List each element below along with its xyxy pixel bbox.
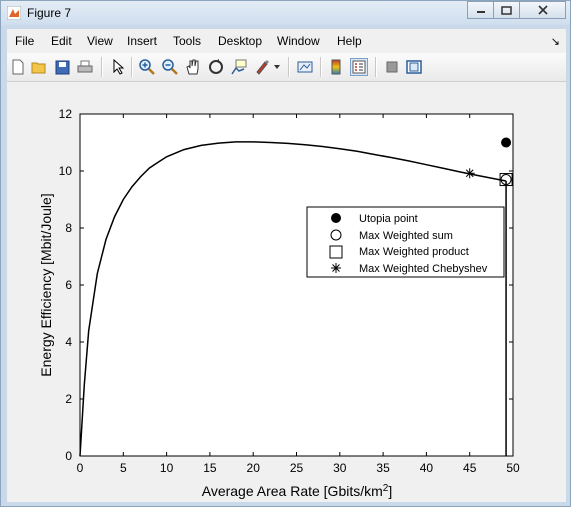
- legend-label-chebyshev: Max Weighted Chebyshev: [359, 263, 488, 275]
- menu-view[interactable]: View: [87, 34, 113, 48]
- legend-label-utopia: Utopia point: [359, 213, 418, 225]
- title-bar[interactable]: Figure 7: [1, 1, 570, 25]
- menu-help[interactable]: Help: [337, 34, 362, 48]
- x-tick-label: 5: [120, 461, 127, 475]
- dropdown-arrow-icon[interactable]: [272, 58, 282, 76]
- x-axis-label-main: Average Area Rate [Gbits/km: [202, 483, 383, 499]
- close-button[interactable]: [519, 1, 566, 19]
- x-tick-label: 30: [333, 461, 347, 475]
- insert-colorbar-icon[interactable]: [327, 58, 345, 76]
- y-tick-label: 12: [59, 107, 73, 121]
- x-tick-label: 40: [420, 461, 434, 475]
- menu-edit[interactable]: Edit: [51, 34, 72, 48]
- data-cursor-icon[interactable]: [230, 58, 248, 76]
- matlab-icon: [7, 6, 21, 20]
- y-tick-label: 2: [65, 392, 72, 406]
- maximize-icon: [501, 5, 512, 15]
- x-tick-label: 50: [506, 461, 520, 475]
- zoom-out-icon[interactable]: [161, 58, 179, 76]
- insert-legend-icon[interactable]: [350, 58, 368, 76]
- figure-window: Figure 7 File Edit View Insert Tools Des…: [0, 0, 571, 507]
- x-tick-label: 45: [463, 461, 477, 475]
- close-icon: [537, 5, 548, 15]
- menu-desktop[interactable]: Desktop: [218, 34, 262, 48]
- x-tick-label: 35: [376, 461, 390, 475]
- new-figure-icon[interactable]: [9, 58, 27, 76]
- x-tick-label: 25: [290, 461, 304, 475]
- window-title: Figure 7: [27, 6, 72, 20]
- print-icon[interactable]: [76, 58, 94, 76]
- rotate-3d-icon[interactable]: [207, 58, 225, 76]
- y-tick-label: 8: [65, 221, 72, 235]
- y-axis-label: Energy Efficiency [Mbit/Joule]: [38, 193, 54, 376]
- legend[interactable]: Utopia point Max Weighted sum Max Weight…: [306, 206, 505, 278]
- maximize-button[interactable]: [493, 1, 520, 19]
- marker-utopia-point: [501, 137, 512, 148]
- x-tick-label: 0: [77, 461, 84, 475]
- menu-bar: File Edit View Insert Tools Desktop Wind…: [7, 29, 566, 53]
- pointer-icon[interactable]: [109, 58, 127, 76]
- open-file-icon[interactable]: [30, 58, 48, 76]
- link-plot-icon[interactable]: [296, 58, 314, 76]
- menu-insert[interactable]: Insert: [127, 34, 157, 48]
- y-tick-label: 10: [59, 164, 73, 178]
- save-icon[interactable]: [53, 58, 71, 76]
- menu-tools[interactable]: Tools: [173, 34, 201, 48]
- x-axis-label: Average Area Rate [Gbits/km2]: [202, 483, 393, 499]
- minimize-icon: [476, 11, 485, 13]
- minimize-button[interactable]: [467, 1, 494, 19]
- axes-box[interactable]: [79, 113, 514, 457]
- y-tick-label: 4: [65, 335, 72, 349]
- x-tick-label: 20: [247, 461, 261, 475]
- pan-icon[interactable]: [184, 58, 202, 76]
- menu-window[interactable]: Window: [277, 34, 320, 48]
- menu-file[interactable]: File: [15, 34, 34, 48]
- show-plot-tools-icon[interactable]: [405, 58, 423, 76]
- hide-plot-tools-icon[interactable]: [383, 58, 401, 76]
- figure-toolbar: [7, 53, 566, 82]
- x-tick-label: 10: [160, 461, 174, 475]
- legend-marker-chebyshev: [331, 263, 341, 273]
- marker-max-weighted-chebyshev: [464, 168, 475, 179]
- y-tick-label: 0: [65, 449, 72, 463]
- legend-marker-utopia: [331, 213, 341, 223]
- figure-canvas[interactable]: 0 5 10 15 20 25 30 35 40 45 50 0 2 4 6 8 10 12 Energy Ef…: [7, 82, 566, 502]
- legend-label-weighted-product: Max Weighted product: [359, 246, 469, 258]
- plot-svg: 0 5 10 15 20 25 30 35 40 45 50 0 2 4 6 8 10 12 Energy Ef…: [38, 107, 520, 499]
- x-tick-label: 15: [203, 461, 217, 475]
- figure-client-area: File Edit View Insert Tools Desktop Wind…: [7, 29, 566, 502]
- brush-icon[interactable]: [253, 58, 271, 76]
- zoom-in-icon[interactable]: [138, 58, 156, 76]
- x-axis-label-end: ]: [388, 483, 392, 499]
- y-tick-label: 6: [65, 278, 72, 292]
- dock-arrow-icon[interactable]: ↘: [551, 35, 560, 48]
- legend-label-weighted-sum: Max Weighted sum: [359, 230, 453, 242]
